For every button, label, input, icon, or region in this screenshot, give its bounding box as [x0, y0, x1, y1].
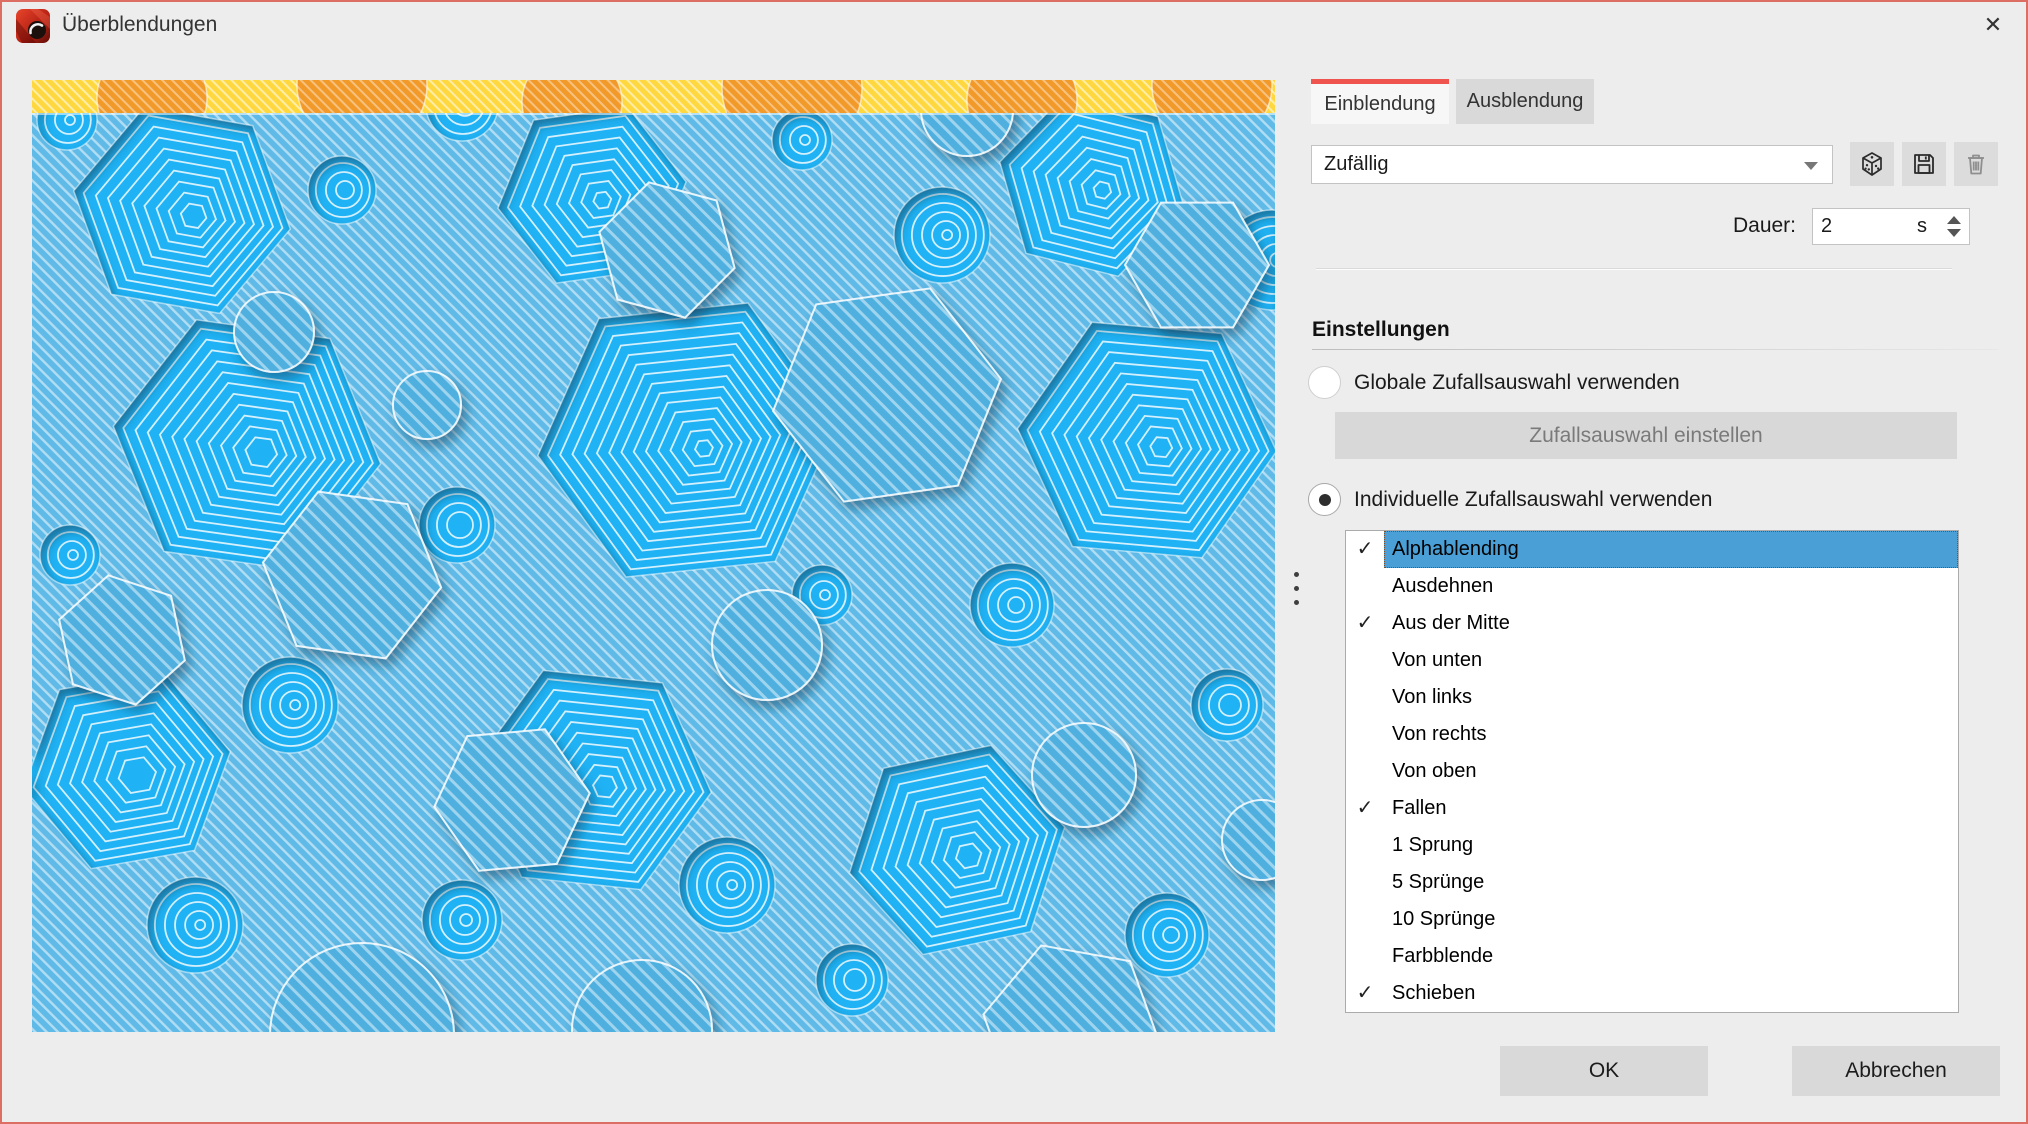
- transition-label: 10 Sprünge: [1384, 901, 1958, 938]
- trash-icon: [1963, 151, 1989, 177]
- dialog-window: Überblendungen ✕: [0, 0, 2028, 1124]
- preset-dropdown-value: Zufällig: [1324, 153, 1388, 175]
- splitter-handle[interactable]: [1290, 572, 1302, 614]
- transition-option[interactable]: ✓Schieben: [1346, 975, 1958, 1012]
- transition-option[interactable]: Von rechts: [1346, 716, 1958, 753]
- check-icon: [1346, 716, 1384, 753]
- transition-option[interactable]: Von links: [1346, 679, 1958, 716]
- delete-preset-button[interactable]: [1954, 142, 1998, 186]
- transition-option[interactable]: Ausdehnen: [1346, 568, 1958, 605]
- divider: [1312, 349, 1998, 350]
- radio-global-random-label: Globale Zufallsauswahl verwenden: [1354, 371, 1680, 395]
- transition-option[interactable]: Von unten: [1346, 642, 1958, 679]
- transition-label: Alphablending: [1384, 531, 1958, 568]
- spinner-up-icon[interactable]: [1947, 216, 1961, 224]
- random-preset-button[interactable]: [1850, 142, 1894, 186]
- transition-option[interactable]: ✓Aus der Mitte: [1346, 605, 1958, 642]
- duration-spinner: s: [1812, 208, 1970, 245]
- transition-label: Schieben: [1384, 975, 1958, 1012]
- configure-random-button[interactable]: Zufallsauswahl einstellen: [1335, 412, 1957, 459]
- divider: [1316, 268, 1952, 270]
- title-bar: Überblendungen ✕: [2, 2, 2026, 50]
- transition-option[interactable]: 1 Sprung: [1346, 827, 1958, 864]
- transition-option[interactable]: 5 Sprünge: [1346, 864, 1958, 901]
- transition-option[interactable]: ✓Alphablending: [1346, 531, 1958, 568]
- transition-label: 5 Sprünge: [1384, 864, 1958, 901]
- close-icon[interactable]: ✕: [1978, 10, 2008, 40]
- check-icon: [1346, 864, 1384, 901]
- check-icon: [1346, 901, 1384, 938]
- preset-dropdown[interactable]: Zufällig: [1311, 145, 1833, 184]
- transition-label: Von rechts: [1384, 716, 1958, 753]
- tab-ausblendung[interactable]: Ausblendung: [1456, 79, 1594, 124]
- spinner-down-icon[interactable]: [1947, 229, 1961, 237]
- tab-einblendung[interactable]: Einblendung: [1311, 79, 1449, 124]
- cancel-button[interactable]: Abbrechen: [1792, 1046, 2000, 1096]
- preview-image: [32, 80, 1275, 1032]
- page-title: Überblendungen: [62, 13, 217, 37]
- save-icon: [1911, 151, 1937, 177]
- save-preset-button[interactable]: [1902, 142, 1946, 186]
- check-icon: ✓: [1346, 975, 1384, 1012]
- check-icon: [1346, 679, 1384, 716]
- radio-individual-random[interactable]: [1308, 483, 1341, 516]
- aquasoft-app-icon: [16, 9, 50, 43]
- transition-label: Von unten: [1384, 642, 1958, 679]
- ok-button[interactable]: OK: [1500, 1046, 1708, 1096]
- transition-label: Farbblende: [1384, 938, 1958, 975]
- radio-individual-random-label: Individuelle Zufallsauswahl verwenden: [1354, 488, 1712, 512]
- chevron-down-icon: [1804, 162, 1818, 170]
- transition-label: Ausdehnen: [1384, 568, 1958, 605]
- radio-global-random[interactable]: [1308, 366, 1341, 399]
- duration-unit: s: [1917, 215, 1927, 238]
- duration-input[interactable]: [1821, 211, 1899, 242]
- transition-label: 1 Sprung: [1384, 827, 1958, 864]
- check-icon: [1346, 827, 1384, 864]
- check-icon: ✓: [1346, 531, 1384, 568]
- transition-label: Von links: [1384, 679, 1958, 716]
- check-icon: [1346, 568, 1384, 605]
- duration-label: Dauer:: [1632, 214, 1796, 238]
- transition-label: Aus der Mitte: [1384, 605, 1958, 642]
- transition-option[interactable]: Von oben: [1346, 753, 1958, 790]
- transition-option[interactable]: Farbblende: [1346, 938, 1958, 975]
- transition-option[interactable]: ✓Fallen: [1346, 790, 1958, 827]
- check-icon: ✓: [1346, 790, 1384, 827]
- transition-label: Fallen: [1384, 790, 1958, 827]
- transition-label: Von oben: [1384, 753, 1958, 790]
- check-icon: [1346, 642, 1384, 679]
- check-icon: [1346, 938, 1384, 975]
- transition-option[interactable]: 10 Sprünge: [1346, 901, 1958, 938]
- dice-icon: [1859, 151, 1885, 177]
- check-icon: [1346, 753, 1384, 790]
- check-icon: ✓: [1346, 605, 1384, 642]
- settings-heading: Einstellungen: [1312, 318, 1450, 342]
- transition-list: ✓AlphablendingAusdehnen✓Aus der MitteVon…: [1345, 530, 1959, 1013]
